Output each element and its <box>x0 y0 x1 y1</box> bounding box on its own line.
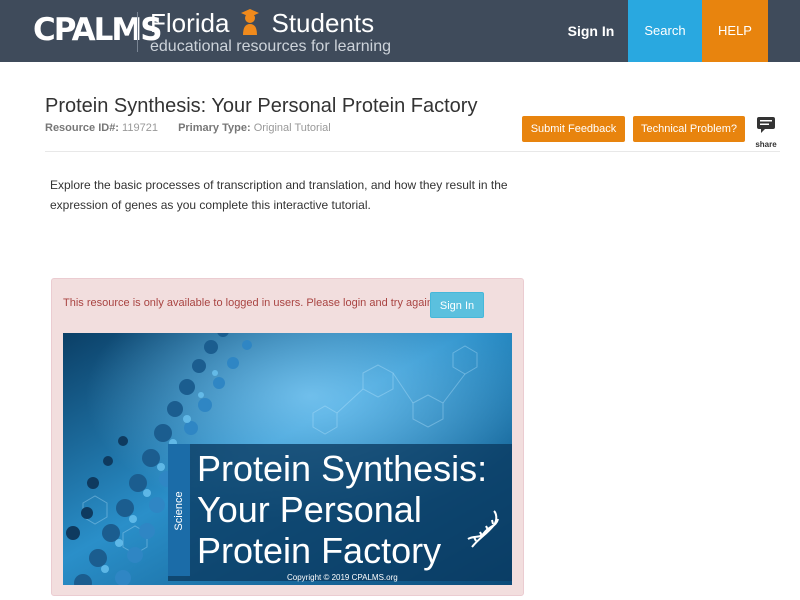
student-icon <box>239 8 261 42</box>
banner-title-line-3: Protein Factory <box>197 530 442 571</box>
share-label: share <box>755 140 777 149</box>
logo-divider <box>137 12 138 52</box>
brand-students-text: Students <box>271 8 375 38</box>
resource-description: Explore the basic processes of transcrip… <box>50 178 508 212</box>
technical-problem-button[interactable]: Technical Problem? <box>633 116 745 142</box>
resource-meta: Resource ID#: 119721 Primary Type: Origi… <box>45 122 331 134</box>
banner-title-line-1: Protein Synthesis: <box>197 448 488 489</box>
nav-sign-in-link[interactable]: Sign In <box>555 0 627 62</box>
banner-copyright: Copyright © 2019 CPALMS.org <box>287 573 398 582</box>
tutorial-banner-image: Science Protein Synthesis: Your Personal… <box>63 333 512 585</box>
panel-sign-in-button[interactable]: Sign In <box>430 292 484 318</box>
banner-subject-label: Science <box>173 491 185 531</box>
brand-florida-text: Florida <box>150 8 230 38</box>
resource-id-value: 119721 <box>122 122 158 134</box>
brand-tagline: educational resources for learning <box>150 38 392 55</box>
page-title: Protein Synthesis: Your Personal Protein… <box>45 95 478 117</box>
submit-feedback-button[interactable]: Submit Feedback <box>522 116 625 142</box>
resource-id-label: Resource ID#: <box>45 122 119 134</box>
cpalms-logo[interactable]: CPALMS <box>33 12 163 48</box>
banner-title-line-2: Your Personal <box>197 489 422 530</box>
share-button[interactable]: share <box>754 116 778 149</box>
share-icon <box>756 117 776 138</box>
banner-title: Protein Synthesis: Your Personal Protein… <box>197 448 487 571</box>
nav-search-button[interactable]: Search <box>628 0 702 62</box>
title-divider <box>45 151 780 152</box>
top-navigation-bar: CPALMS Florida Students educational resou… <box>0 0 800 62</box>
primary-type-label: Primary Type: <box>178 122 251 134</box>
nav-help-button[interactable]: HELP <box>702 0 768 62</box>
dna-icon <box>466 509 500 549</box>
site-brand[interactable]: Florida Students <box>150 8 374 42</box>
login-required-message: This resource is only available to logge… <box>63 297 436 309</box>
primary-type-value: Original Tutorial <box>253 122 331 134</box>
login-required-panel: This resource is only available to logge… <box>51 278 524 596</box>
